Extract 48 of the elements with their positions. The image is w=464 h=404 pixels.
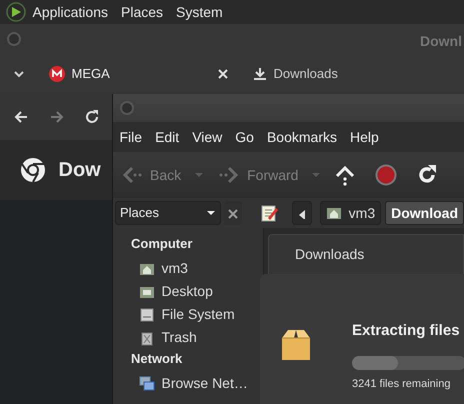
- download-icon: [253, 67, 267, 81]
- left-arrow-icon: [298, 207, 306, 219]
- menu-item[interactable]: Applications: [32, 2, 108, 22]
- menu-item[interactable]: Places: [121, 2, 164, 22]
- sidebar-item[interactable]: Browse Net…: [131, 372, 263, 395]
- progress-detail: 3241 files remaining: [352, 377, 452, 392]
- up-arrow-icon[interactable]: [334, 164, 356, 186]
- mega-logo-icon: [49, 66, 65, 82]
- view-tab[interactable]: Downloads: [268, 234, 464, 274]
- edit-icon[interactable]: [260, 204, 278, 222]
- distro-logo-icon: [6, 2, 26, 22]
- menu-item[interactable]: Edit: [155, 126, 180, 148]
- browser-tab[interactable]: MEGA: [49, 64, 229, 84]
- caret-icon: [194, 170, 204, 180]
- sidebar-item[interactable]: Trash: [131, 326, 263, 349]
- path-back-button[interactable]: [292, 201, 312, 225]
- close-sidebar-button[interactable]: [224, 201, 242, 225]
- sidebar-item[interactable]: vm3: [131, 257, 263, 280]
- close-tab-icon[interactable]: [217, 68, 229, 80]
- trash-icon: [139, 330, 155, 346]
- menu-item[interactable]: Go: [235, 126, 254, 148]
- section-heading: Network: [131, 350, 184, 368]
- caret-icon: [310, 170, 321, 180]
- path-button[interactable]: Download: [385, 201, 464, 225]
- chrome-logo-icon: [20, 157, 46, 183]
- sidebar-item[interactable]: File System: [131, 303, 263, 326]
- section-heading: Computer: [131, 235, 194, 253]
- places-dropdown[interactable]: Places: [115, 201, 222, 225]
- path-button[interactable]: vm3: [320, 201, 382, 225]
- drive-icon: [139, 306, 155, 322]
- back-arrow-icon[interactable]: [13, 109, 29, 125]
- progress-title: Extracting files: [352, 321, 461, 341]
- page-title: Dow: [58, 158, 101, 183]
- caret-icon: [206, 208, 216, 218]
- menu-item[interactable]: System: [176, 2, 223, 22]
- menu-item[interactable]: Bookmarks: [266, 126, 337, 148]
- menu-item[interactable]: File: [120, 126, 142, 148]
- forward-arrow-icon[interactable]: [48, 109, 64, 125]
- close-icon: [227, 208, 240, 220]
- menu-item[interactable]: Help: [350, 126, 379, 148]
- stop-icon[interactable]: [374, 164, 397, 186]
- browser-tab[interactable]: Downloads: [253, 64, 338, 84]
- sidebar-item[interactable]: Desktop: [131, 280, 263, 303]
- home-folder-icon: [326, 205, 342, 221]
- reload-icon[interactable]: [84, 109, 100, 125]
- menu-item[interactable]: View: [192, 126, 222, 148]
- network-icon: [139, 376, 155, 392]
- window-title: Downl: [420, 32, 462, 51]
